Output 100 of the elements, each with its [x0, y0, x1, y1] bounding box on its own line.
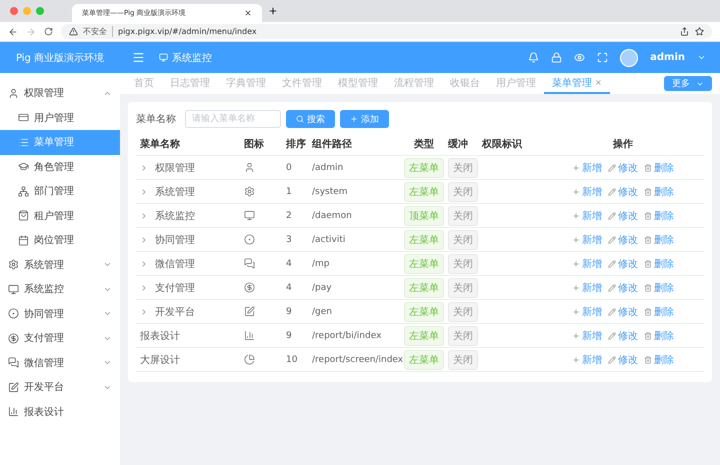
- action-link[interactable]: 修改: [608, 160, 638, 174]
- chevron-right-icon[interactable]: [140, 284, 148, 292]
- menu-icon[interactable]: [132, 51, 145, 64]
- chevron-right-icon[interactable]: [140, 236, 148, 244]
- add-button[interactable]: 添加: [340, 110, 389, 128]
- share-icon[interactable]: [680, 27, 689, 36]
- chevron-right-icon[interactable]: [140, 260, 148, 268]
- sidebar-item[interactable]: 权限管理: [0, 81, 120, 106]
- sidebar-item[interactable]: 角色管理: [0, 154, 120, 179]
- table-cell-text: 大屏设计: [140, 354, 180, 366]
- menu-name-input[interactable]: 请输入菜单名称: [185, 110, 281, 128]
- pencil-icon: [608, 332, 616, 340]
- lock-icon[interactable]: [551, 52, 562, 63]
- reload-icon[interactable]: [44, 27, 53, 36]
- action-link[interactable]: 修改: [608, 352, 638, 366]
- column-header: 组件路径: [308, 132, 400, 156]
- action-link[interactable]: 新增: [572, 232, 602, 246]
- address-bar[interactable]: 不安全 pigx.pigx.vip/#/admin/menu/index: [61, 24, 712, 39]
- action-link[interactable]: 修改: [608, 184, 638, 198]
- sidebar-item[interactable]: 部门管理: [0, 179, 120, 204]
- sidebar-item[interactable]: 微信管理: [0, 350, 120, 375]
- action-link[interactable]: 修改: [608, 328, 638, 342]
- bookmark-star-icon[interactable]: [695, 27, 704, 36]
- action-link[interactable]: 修改: [608, 304, 638, 318]
- chevron-right-icon[interactable]: [140, 308, 148, 316]
- eye-icon[interactable]: [574, 52, 586, 63]
- graduation-cap-icon: [18, 161, 29, 172]
- plus-icon: [572, 260, 580, 268]
- trash-icon: [644, 284, 652, 292]
- action-link[interactable]: 新增: [572, 304, 602, 318]
- plus-icon: [572, 284, 580, 292]
- page-tab[interactable]: 菜单管理 ×: [544, 73, 610, 94]
- action-link[interactable]: 删除: [644, 352, 674, 366]
- action-link[interactable]: 删除: [644, 304, 674, 318]
- close-icon[interactable]: [244, 9, 252, 17]
- sidebar-item[interactable]: 协同管理: [0, 302, 120, 326]
- action-link[interactable]: 新增: [572, 208, 602, 222]
- chevron-down-icon[interactable]: [697, 53, 706, 62]
- fullscreen-icon[interactable]: [597, 52, 608, 63]
- action-link[interactable]: 新增: [572, 328, 602, 342]
- new-tab-icon[interactable]: [268, 6, 278, 16]
- sidebar-item[interactable]: 租户管理: [0, 204, 120, 228]
- action-link[interactable]: 新增: [572, 256, 602, 270]
- type-tag: 左菜单: [404, 302, 444, 322]
- page-tab[interactable]: 字典管理: [218, 73, 274, 94]
- bell-icon[interactable]: [528, 52, 540, 63]
- maximize-window-dot[interactable]: [36, 7, 44, 15]
- action-link[interactable]: 删除: [644, 280, 674, 294]
- table-cell: 0: [286, 162, 292, 172]
- action-link[interactable]: 新增: [572, 280, 602, 294]
- column-header: 权限标识: [478, 132, 538, 156]
- avatar[interactable]: [620, 48, 638, 66]
- cache-tag: 关闭: [448, 206, 478, 226]
- action-link[interactable]: 删除: [644, 208, 674, 222]
- sidebar-item[interactable]: 菜单管理: [0, 130, 120, 154]
- sidebar-item[interactable]: 开发平台: [0, 375, 120, 400]
- chevron-right-icon[interactable]: [140, 188, 148, 196]
- page-tab[interactable]: 首页: [126, 73, 162, 94]
- page-tab[interactable]: 模型管理: [330, 73, 386, 94]
- action-link[interactable]: 修改: [608, 232, 638, 246]
- pencil-icon: [608, 308, 616, 316]
- plus-icon: [572, 332, 580, 340]
- action-link[interactable]: 修改: [608, 256, 638, 270]
- sidebar-item[interactable]: 系统管理: [0, 252, 120, 277]
- close-window-dot[interactable]: [10, 7, 18, 15]
- sidebar-item[interactable]: 岗位管理: [0, 228, 120, 252]
- action-link[interactable]: 删除: [644, 328, 674, 342]
- action-link[interactable]: 新增: [572, 352, 602, 366]
- page-tab[interactable]: 收银台: [442, 73, 488, 94]
- type-tag: 左菜单: [404, 158, 444, 178]
- action-link[interactable]: 新增: [572, 160, 602, 174]
- sidebar-item[interactable]: 报表设计: [0, 400, 120, 424]
- more-button[interactable]: 更多: [664, 76, 712, 91]
- sidebar-item[interactable]: 用户管理: [0, 106, 120, 130]
- page-tab[interactable]: 日志管理: [162, 73, 218, 94]
- back-icon[interactable]: [8, 26, 18, 36]
- action-link[interactable]: 删除: [644, 160, 674, 174]
- sidebar-item[interactable]: 支付管理: [0, 326, 120, 350]
- action-link[interactable]: 删除: [644, 184, 674, 198]
- plus-icon: [572, 212, 580, 220]
- cache-tag: 关闭: [448, 254, 478, 274]
- pencil-icon: [608, 212, 616, 220]
- sidebar-item[interactable]: 系统监控: [0, 277, 120, 302]
- page-tab[interactable]: 文件管理: [274, 73, 330, 94]
- chevron-right-icon[interactable]: [140, 212, 148, 220]
- action-link[interactable]: 修改: [608, 280, 638, 294]
- forward-icon[interactable]: [26, 26, 36, 36]
- column-header: 菜单名称: [136, 132, 240, 156]
- page-tab[interactable]: 流程管理: [386, 73, 442, 94]
- action-link[interactable]: 修改: [608, 208, 638, 222]
- minimize-window-dot[interactable]: [23, 7, 31, 15]
- chevron-right-icon[interactable]: [140, 164, 148, 172]
- page-tab[interactable]: 用户管理: [488, 73, 544, 94]
- action-link[interactable]: 删除: [644, 232, 674, 246]
- table-cell-text: 开发平台: [154, 306, 195, 318]
- action-link[interactable]: 新增: [572, 184, 602, 198]
- search-button[interactable]: 搜索: [286, 110, 335, 128]
- table-cell: 9: [286, 306, 292, 316]
- action-link[interactable]: 删除: [644, 256, 674, 270]
- table-cell: /admin: [312, 162, 344, 172]
